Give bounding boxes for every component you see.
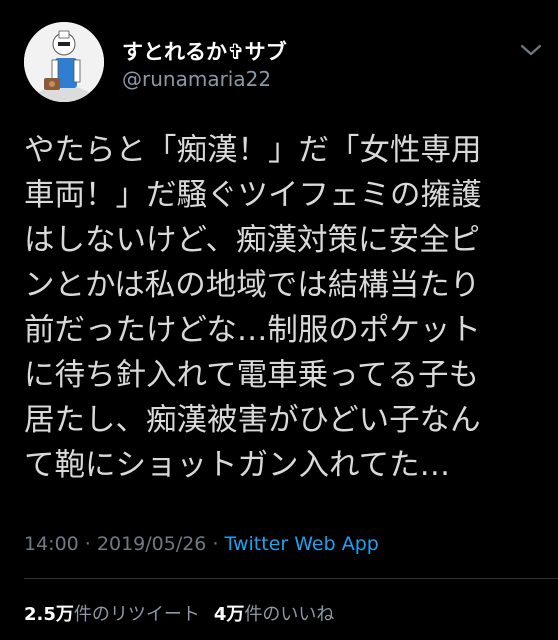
- tweet-line: はしないけど、痴漢対策に安全ピ: [24, 223, 480, 258]
- tweet-time[interactable]: 14:00: [24, 533, 79, 555]
- retweets-label: 件のリツイート: [73, 604, 200, 625]
- retweets-count: 2.5万: [24, 604, 74, 625]
- meta-separator: ·: [78, 533, 97, 555]
- tweet-line: 前だったけどな…制服のポケット: [24, 313, 481, 348]
- tweet-line: ンとかは私の地域では結構当たり: [24, 268, 481, 303]
- avatar-image: [24, 22, 104, 102]
- tweet-line: て鞄にショットガン入れてた…: [24, 448, 451, 483]
- tweet-text: やたらと「痴漢！」だ「女性専用 車両！」だ騒ぐツイフェミの擁護 はしないけど、痴…: [24, 128, 544, 488]
- likes-label: 件のいいね: [244, 604, 335, 625]
- divider: [24, 578, 558, 579]
- likes-count: 4万: [213, 604, 245, 625]
- user-handle[interactable]: @runamaria22: [122, 67, 271, 91]
- avatar[interactable]: [24, 22, 104, 102]
- tweet-line: 居たし、痴漢被害がひどい子なん: [24, 403, 481, 438]
- meta-separator: ·: [206, 533, 225, 555]
- chevron-down-icon[interactable]: [518, 40, 544, 60]
- tweet-meta: 14:00 · 2019/05/26 · Twitter Web App: [24, 533, 379, 555]
- retweets-stat[interactable]: 2.5万件のリツイート: [24, 604, 200, 625]
- display-name[interactable]: すとれるか✞サブ: [122, 36, 287, 66]
- tweet-line: やたらと「痴漢！」だ「女性専用: [24, 133, 482, 168]
- tweet-line: に待ち針入れて電車乗ってる子も: [24, 358, 480, 393]
- tweet-source[interactable]: Twitter Web App: [225, 533, 379, 555]
- tweet-line: 車両！」だ騒ぐツイフェミの擁護: [24, 178, 482, 213]
- likes-stat[interactable]: 4万件のいいね: [214, 604, 335, 625]
- tweet-stats: 2.5万件のリツイート 4万件のいいね: [24, 600, 334, 626]
- tweet-date[interactable]: 2019/05/26: [97, 533, 207, 555]
